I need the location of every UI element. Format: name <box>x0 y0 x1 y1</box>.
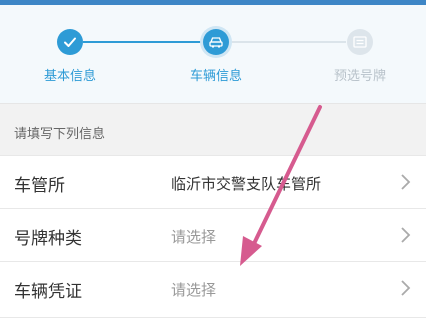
step-connector-pending <box>232 41 346 43</box>
step-connector-done <box>83 41 201 43</box>
license-plate-icon <box>353 36 367 48</box>
chevron-right-icon <box>401 174 411 190</box>
progress-steps: 基本信息 车辆信息 预选号牌 <box>0 5 426 103</box>
plate-type-label: 号牌种类 <box>14 229 82 249</box>
check-icon <box>64 37 76 47</box>
chevron-right-icon <box>401 227 411 243</box>
step-1-indicator <box>57 29 83 55</box>
car-icon <box>209 37 223 48</box>
step-3-label: 预选号牌 <box>333 69 386 84</box>
step-3-indicator <box>347 29 373 55</box>
plate-type-row[interactable]: 号牌种类 请选择 <box>0 208 426 261</box>
vehicle-document-placeholder: 请选择 <box>171 281 217 299</box>
vehicle-office-label: 车管所 <box>14 176 65 196</box>
plate-type-placeholder: 请选择 <box>171 228 217 246</box>
step-2-label: 车辆信息 <box>189 69 242 84</box>
vehicle-document-row[interactable]: 车辆凭证 请选择 <box>0 261 426 318</box>
form-hint-section: 请填写下列信息 <box>0 103 426 155</box>
vehicle-document-label: 车辆凭证 <box>14 282 82 302</box>
step-1-label: 基本信息 <box>43 69 96 84</box>
vehicle-office-row[interactable]: 车管所 临沂市交警支队车管所 <box>0 155 426 208</box>
chevron-right-icon <box>401 280 411 296</box>
vehicle-office-value: 临沂市交警支队车管所 <box>171 175 322 193</box>
form-hint-text: 请填写下列信息 <box>14 127 106 142</box>
step-2-indicator <box>203 29 229 55</box>
